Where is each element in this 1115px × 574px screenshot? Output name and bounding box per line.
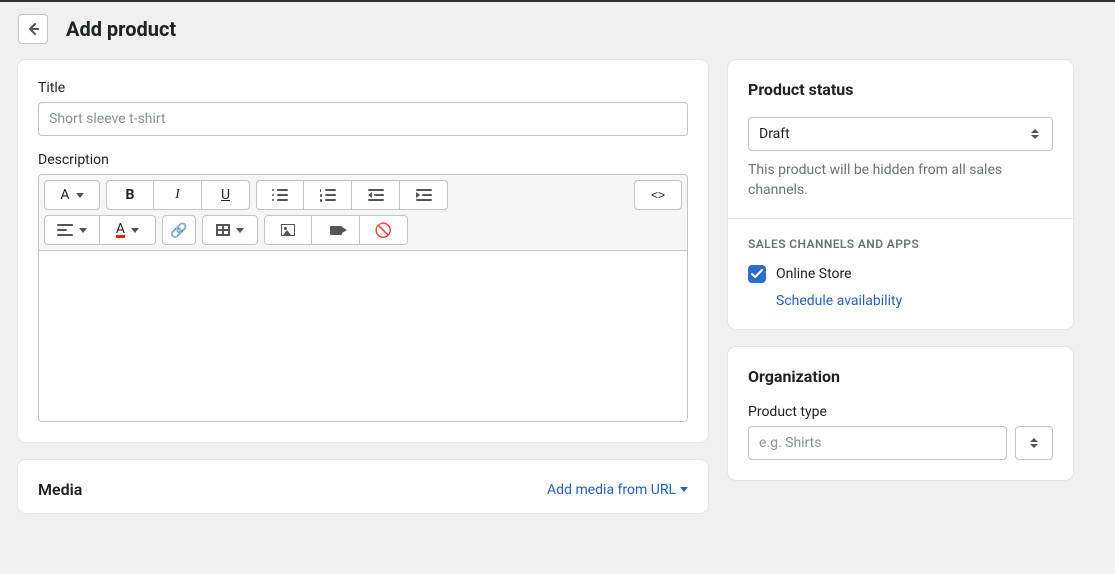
product-type-label: Product type [748,404,1053,420]
indent-button[interactable] [400,180,448,210]
chevron-down-icon [1030,444,1038,448]
schedule-availability-link[interactable]: Schedule availability [776,293,1053,309]
image-button[interactable] [264,215,312,245]
link-icon: 🔗 [170,222,187,239]
outdent-button[interactable] [352,180,400,210]
align-button[interactable] [44,215,100,245]
video-icon [330,226,342,235]
product-type-stepper[interactable] [1015,426,1053,460]
status-title: Product status [748,80,1053,99]
organization-card: Organization Product type [728,347,1073,480]
font-style-button[interactable]: A [44,180,100,210]
caret-down-icon [236,228,244,233]
bullet-list-icon [272,189,288,201]
text-color-button[interactable]: A [100,215,156,245]
add-media-url-link[interactable]: Add media from URL [547,482,688,498]
product-info-card: Title Description A B I U [18,60,708,442]
back-button[interactable] [18,14,48,44]
indent-icon [416,189,432,201]
outdent-icon [368,189,384,201]
italic-button[interactable]: I [154,180,202,210]
caret-down-icon [131,228,139,233]
video-button[interactable] [312,215,360,245]
product-type-input[interactable] [748,426,1007,460]
numbered-list-icon [320,189,336,201]
caret-down-icon [76,193,84,198]
online-store-label: Online Store [776,266,852,282]
align-left-icon [57,224,73,236]
chevron-up-icon [1030,438,1038,442]
caret-down-icon [79,228,87,233]
link-button[interactable]: 🔗 [162,215,196,245]
online-store-checkbox[interactable] [748,265,766,283]
bullet-list-button[interactable] [256,180,304,210]
clear-format-icon: 🚫 [375,222,392,239]
status-select[interactable] [748,117,1053,151]
caret-down-icon [680,487,688,492]
page-title: Add product [66,17,176,41]
code-view-button[interactable]: <> [634,180,682,210]
select-chevrons-icon [1027,121,1043,147]
product-status-card: Product status This product will be hidd… [728,60,1073,329]
editor-toolbar: A B I U [39,175,687,251]
description-editor: A B I U [38,174,688,422]
table-icon [216,224,230,236]
organization-title: Organization [748,367,1053,386]
image-icon [281,224,295,236]
underline-button[interactable]: U [202,180,250,210]
title-input[interactable] [38,102,688,136]
table-button[interactable] [202,215,258,245]
arrow-left-icon [25,21,41,37]
check-icon [751,269,763,279]
media-card: Media Add media from URL [18,460,708,513]
clear-formatting-button[interactable]: 🚫 [360,215,408,245]
description-textarea[interactable] [39,251,687,421]
title-label: Title [38,80,688,96]
numbered-list-button[interactable] [304,180,352,210]
description-label: Description [38,152,688,168]
sales-channels-heading: SALES CHANNELS AND APPS [748,237,1053,251]
bold-button[interactable]: B [106,180,154,210]
media-title: Media [38,480,82,499]
status-help-text: This product will be hidden from all sal… [748,161,1053,200]
